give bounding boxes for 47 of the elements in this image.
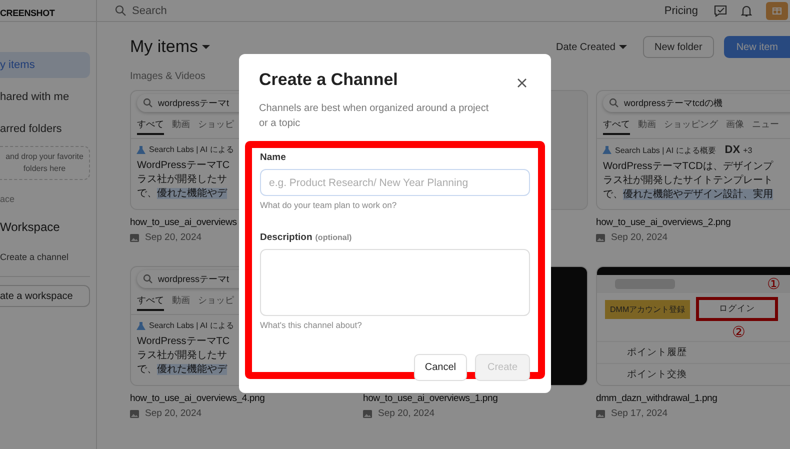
- category-label: 動画: [638, 118, 656, 131]
- category-label: ショッピ: [198, 294, 234, 307]
- overview-line: WordPressテーマTC: [137, 159, 230, 173]
- source-count: +3: [743, 146, 752, 154]
- section-heading: Images & Videos: [130, 71, 206, 82]
- search-query: wordpressテーマt: [158, 272, 230, 286]
- category-label: 動画: [172, 118, 190, 131]
- menu-item: ポイント履歴: [597, 341, 790, 363]
- step-marker: ②: [731, 325, 746, 341]
- category-label: すべて: [137, 294, 164, 311]
- dialog-subtitle: Channels are best when organized around a project or a topic: [258, 102, 490, 131]
- overview-line: WordPressテーマTC: [137, 335, 230, 349]
- search-query: wordpressテーマtcdの機: [624, 96, 723, 110]
- overview-line: で、優れた機能やデ: [137, 363, 227, 377]
- menu-item: ポイント交換: [597, 363, 790, 385]
- overview-line: ラス社が開発したサ: [137, 349, 227, 363]
- source-label: DX: [724, 144, 740, 156]
- labs-label: Search Labs | AI による: [149, 144, 234, 155]
- field-hint: What's this channel about?: [260, 320, 363, 330]
- labs-label: Search Labs | AI による概要: [615, 144, 716, 156]
- overview-line: で、優れた機能やデ: [137, 187, 227, 201]
- category-label: 動画: [172, 294, 190, 307]
- search-query: wordpressテーマt: [158, 96, 230, 110]
- field-label: Name: [260, 152, 287, 163]
- file-date: Sep 20, 2024: [145, 232, 202, 243]
- register-button: DMMアカウント登録: [605, 300, 690, 318]
- file-date: Sep 20, 2024: [378, 408, 435, 419]
- category-label: すべて: [603, 118, 630, 135]
- overview-line: で、優れた機能やデザイン設計、実用: [603, 188, 773, 202]
- category-label: ショッピ: [198, 118, 234, 131]
- file-date: Sep 20, 2024: [145, 408, 202, 419]
- category-label: すべて: [137, 118, 164, 135]
- overview-line: WordPressテーマTCDは、デザインプ: [603, 160, 773, 174]
- section-label: ace: [0, 194, 16, 204]
- login-button: ログイン: [696, 297, 778, 321]
- labs-label: Search Labs | AI による: [149, 320, 234, 331]
- overview-line: ラス社が開発したサイトテンプレート: [603, 174, 773, 188]
- step-marker: ①: [767, 275, 780, 293]
- file-date: Sep 20, 2024: [611, 232, 668, 243]
- overview-line: ラス社が開発したサ: [137, 173, 227, 187]
- file-date: Sep 17, 2024: [611, 408, 668, 419]
- category-label: ニュー: [752, 118, 779, 131]
- field-hint: What do your team plan to work on?: [260, 200, 398, 210]
- field-label: Description (optional): [260, 232, 353, 243]
- category-label: 画像: [726, 118, 744, 131]
- category-label: ショッピング: [664, 118, 718, 131]
- dialog-title: Create a Channel: [259, 70, 399, 90]
